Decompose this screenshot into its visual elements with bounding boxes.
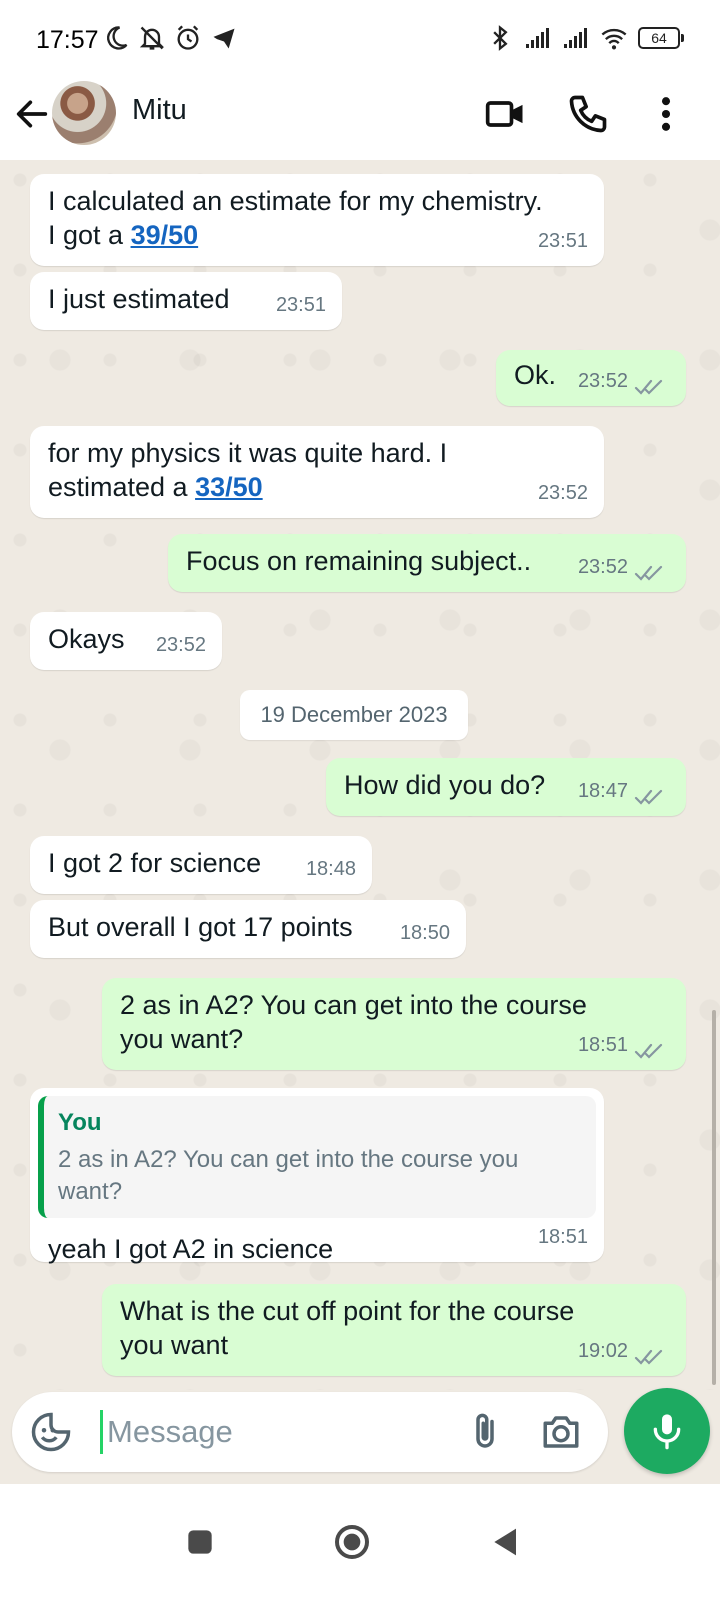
message-composer — [0, 1388, 720, 1484]
message-bubble-outgoing[interactable]: Focus on remaining subject.. 23:52 — [168, 534, 686, 592]
status-time: 17:57 — [36, 26, 99, 54]
signal-icon-2 — [564, 28, 587, 48]
mic-icon — [653, 1414, 681, 1450]
status-right-icons: 64 — [486, 24, 684, 52]
voice-call-icon[interactable] — [566, 92, 610, 136]
quote-author: You — [58, 1109, 102, 1136]
moon-icon — [107, 26, 128, 50]
more-options-icon[interactable] — [644, 92, 688, 136]
attach-icon[interactable] — [464, 1411, 506, 1453]
double-check-icon — [634, 565, 663, 581]
message-bubble-incoming[interactable]: I just estimated 23:51 — [30, 272, 342, 330]
home-icon[interactable] — [332, 1522, 372, 1562]
double-check-icon — [634, 789, 663, 805]
message-time: 18:48 — [305, 858, 356, 880]
message-bubble-incoming[interactable]: for my physics it was quite hard. I esti… — [30, 426, 604, 518]
message-bubble-outgoing[interactable]: 2 as in A2? You can get into the course … — [102, 978, 686, 1070]
mute-bell-icon — [139, 26, 165, 50]
system-navigation-bar — [0, 1484, 720, 1600]
telegram-icon — [213, 28, 235, 49]
chat-header: Mitu — [0, 78, 720, 160]
message-input-box[interactable] — [12, 1392, 608, 1472]
status-left-icons — [102, 24, 238, 52]
double-check-icon — [634, 1043, 663, 1059]
message-bubble-incoming[interactable]: I calculated an estimate for my chemistr… — [30, 174, 604, 266]
message-input[interactable] — [100, 1410, 460, 1454]
message-text: I calculated an estimate for my chemistr… — [48, 186, 543, 250]
date-separator: 19 December 2023 — [240, 690, 468, 740]
message-link[interactable]: 33/50 — [195, 472, 263, 502]
message-link[interactable]: 39/50 — [131, 220, 199, 250]
message-bubble-incoming[interactable]: But overall I got 17 points 18:50 — [30, 900, 466, 958]
message-time: 18:51 — [577, 1034, 628, 1056]
message-text: But overall I got 17 points — [48, 912, 353, 942]
double-check-icon — [634, 379, 663, 395]
wifi-icon — [601, 28, 627, 50]
message-time: 23:52 — [577, 370, 628, 392]
message-time: 23:51 — [537, 230, 588, 252]
message-time: 23:52 — [577, 556, 628, 578]
message-bubble-incoming-reply[interactable]: You 2 as in A2? You can get into the cou… — [30, 1088, 604, 1264]
message-bubble-outgoing[interactable]: Ok. 23:52 — [496, 350, 686, 406]
message-bubble-outgoing[interactable]: What is the cut off point for the course… — [102, 1284, 686, 1376]
chat-scrollbar[interactable] — [712, 1010, 716, 1385]
contact-name[interactable]: Mitu — [132, 94, 187, 127]
message-time: 18:47 — [577, 780, 628, 802]
battery-indicator: 64 — [638, 27, 684, 49]
video-call-icon[interactable] — [484, 92, 528, 136]
recents-icon[interactable] — [180, 1522, 220, 1562]
message-time: 18:50 — [399, 922, 450, 944]
mic-button[interactable] — [624, 1388, 710, 1474]
message-time: 19:02 — [577, 1340, 628, 1362]
chat-messages[interactable]: I calculated an estimate for my chemistr… — [0, 160, 720, 1390]
sticker-icon[interactable] — [30, 1411, 72, 1453]
message-time: 23:52 — [155, 634, 206, 656]
message-text: for my physics it was quite hard. I esti… — [48, 438, 448, 502]
quote-text: 2 as in A2? You can get into the course … — [58, 1146, 519, 1205]
message-bubble-incoming[interactable]: I got 2 for science 18:48 — [30, 836, 372, 894]
double-check-icon — [634, 1349, 663, 1365]
back-arrow-icon[interactable] — [12, 94, 52, 134]
message-bubble-outgoing[interactable]: How did you do? 18:47 — [326, 758, 686, 816]
signal-icon — [526, 28, 549, 48]
bluetooth-icon — [493, 25, 508, 51]
message-time: 23:52 — [537, 482, 588, 504]
message-time: 18:51 — [537, 1226, 588, 1248]
avatar[interactable] — [52, 81, 116, 145]
message-text: yeah I got A2 in science — [48, 1234, 334, 1264]
back-nav-icon[interactable] — [486, 1522, 526, 1562]
quoted-message[interactable]: You 2 as in A2? You can get into the cou… — [38, 1096, 596, 1218]
alarm-icon — [177, 25, 199, 50]
camera-icon[interactable] — [540, 1411, 582, 1453]
message-bubble-incoming[interactable]: Okays 23:52 — [30, 612, 222, 670]
message-time: 23:51 — [275, 294, 326, 316]
status-bar: 17:57 64 — [0, 0, 720, 78]
